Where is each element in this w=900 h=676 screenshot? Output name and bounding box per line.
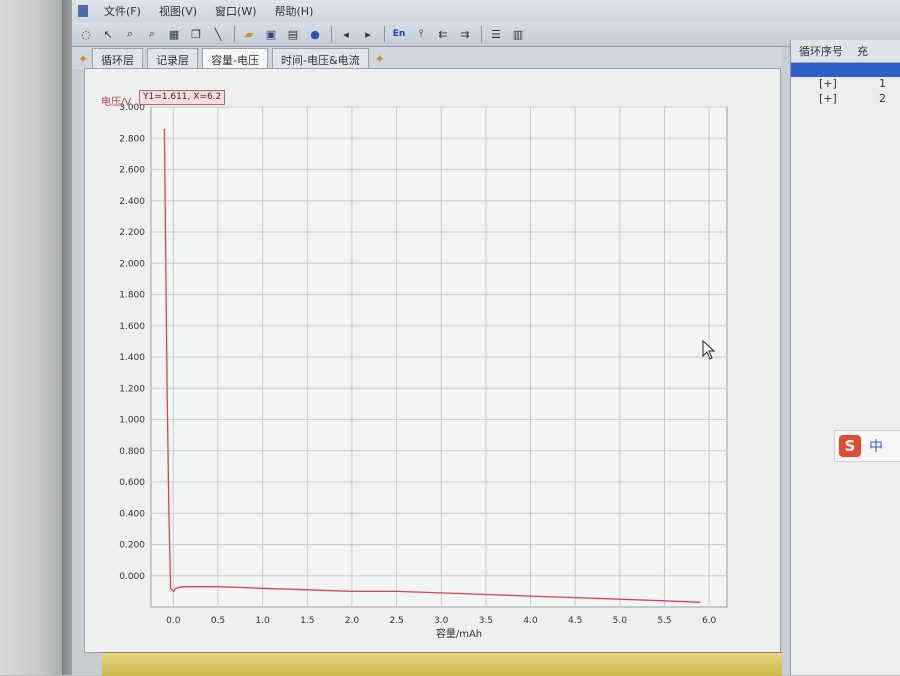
y-tick-label: 1.000 (119, 416, 145, 426)
open-folder-icon[interactable]: ▰ (241, 26, 257, 42)
cycle-panel: 循环序号 充 [+] 1 [+] 2 (790, 40, 900, 675)
cycle-value: 2 (879, 92, 886, 105)
sogou-s-icon: S (839, 435, 861, 457)
chart-panel: 电压/V Y1=1.611, X=6.2 0.0 0.5 1.0 1.5 2.0 2.5 3… (84, 68, 781, 653)
toolbar-separator (481, 26, 482, 42)
next-icon[interactable]: ▸ (360, 26, 376, 42)
tab-time-voltage-current[interactable]: 时间-电压&电流 (272, 48, 369, 69)
ime-mode-label: 中 (869, 439, 883, 455)
menu-bar: 文件(F) 视图(V) 窗口(W) 帮助(H) (72, 0, 900, 23)
y-tick-label: 0.000 (119, 572, 145, 582)
cursor-readout: Y1=1.611, X=6.2 (139, 90, 226, 105)
toolbar-separator (234, 26, 235, 42)
x-axis-label: 容量/mAh (436, 627, 482, 640)
menu-window[interactable]: 窗口(W) (213, 3, 258, 19)
x-tick-label: 1.0 (255, 616, 270, 626)
x-tick-label: 3.0 (434, 616, 449, 626)
add-tab-icon[interactable]: ✦ (375, 52, 385, 66)
copy-icon[interactable]: ❐ (188, 26, 204, 42)
bottom-status-strip (102, 652, 782, 676)
x-tick-label: 5.0 (613, 616, 628, 626)
align-right-icon[interactable]: ⇉ (457, 26, 473, 42)
expand-toggle[interactable]: [+] (791, 77, 879, 92)
toolbar-separator (384, 26, 385, 42)
table-row[interactable]: [+] 2 (791, 92, 900, 107)
monitor-bezel (0, 0, 70, 675)
menu-view[interactable]: 视图(V) (157, 3, 199, 19)
y-tick-label: 2.200 (119, 228, 145, 238)
expand-toggle[interactable]: [+] (791, 92, 879, 107)
y-tick-label: 1.800 (119, 291, 145, 301)
y-tick-label: 2.600 (119, 166, 145, 176)
x-tick-label: 4.0 (523, 616, 538, 626)
x-tick-label: 4.5 (568, 616, 582, 626)
table-icon[interactable]: ▦ (166, 26, 182, 42)
print-icon[interactable]: ▤ (285, 26, 301, 42)
save-icon[interactable]: ▣ (263, 26, 279, 42)
y-tick-label: 1.200 (119, 384, 145, 394)
table-row[interactable]: [+] 1 (791, 77, 900, 92)
x-tick-label: 2.5 (389, 616, 403, 626)
y-tick-label: 2.000 (119, 259, 145, 269)
toolbar: ◌ ↖ ⌕ ⌕ ▦ ❐ ╲ ▰ ▣ ▤ ● ◂ ▸ En ⫯ ⇇ ⇉ ☰ ▥ (72, 22, 900, 47)
ime-indicator[interactable]: S 中 (834, 430, 900, 462)
menu-file[interactable]: 文件(F) (102, 3, 143, 19)
y-tick-label: 1.400 (119, 353, 145, 363)
y-tick-label: 0.800 (119, 447, 145, 457)
cycle-value: 1 (879, 77, 886, 90)
grid-icon[interactable]: ▥ (510, 26, 526, 42)
align-left-icon[interactable]: ⇇ (435, 26, 451, 42)
y-tick-label: 2.400 (119, 197, 145, 207)
capacity-voltage-chart[interactable]: 0.0 0.5 1.0 1.5 2.0 2.5 3.0 3.5 4.0 4.5 5.0 5.5 6.0 0… (85, 69, 780, 652)
list-icon[interactable]: ☰ (488, 26, 504, 42)
x-tick-label: 0.0 (166, 616, 181, 626)
cycle-table-header: 循环序号 充 (791, 40, 900, 63)
toolbar-separator (331, 26, 332, 42)
prev-icon[interactable]: ◂ (338, 26, 354, 42)
charge-header[interactable]: 充 (843, 43, 868, 59)
tab-capacity-voltage[interactable]: 容量-电压 (202, 48, 269, 69)
cycle-number-header[interactable]: 循环序号 (791, 43, 843, 59)
tab-bar: ✦ 循环层 记录层 容量-电压 时间-电压&电流 ✦ (72, 47, 782, 69)
star-icon: ✦ (78, 52, 89, 66)
y-tick-label: 0.600 (119, 478, 145, 488)
zoom-out-icon[interactable]: ⌕ (144, 26, 160, 42)
y-tick-label: 2.800 (119, 134, 145, 144)
pin-icon[interactable]: ⫯ (413, 26, 429, 42)
app-icon (78, 5, 88, 17)
x-tick-label: 3.5 (479, 616, 493, 626)
menu-help[interactable]: 帮助(H) (273, 3, 316, 19)
x-tick-label: 0.5 (211, 616, 225, 626)
pointer-icon[interactable]: ◌ (78, 26, 94, 42)
zoom-icon[interactable]: ⌕ (122, 26, 138, 42)
app-window: 文件(F) 视图(V) 窗口(W) 帮助(H) ◌ ↖ ⌕ ⌕ ▦ ❐ ╲ ▰ … (72, 0, 900, 676)
help-icon[interactable]: ● (307, 26, 323, 42)
tab-record-layer[interactable]: 记录层 (147, 48, 199, 69)
mouse-cursor-icon (702, 340, 716, 360)
language-en-icon[interactable]: En (391, 26, 407, 42)
x-tick-label: 6.0 (702, 616, 717, 626)
line-icon[interactable]: ╲ (210, 26, 226, 42)
x-tick-label: 5.5 (657, 616, 671, 626)
y-tick-label: 0.400 (119, 509, 145, 519)
selected-row-highlight[interactable] (791, 63, 900, 77)
select-icon[interactable]: ↖ (100, 26, 116, 42)
tab-cycle-layer[interactable]: 循环层 (92, 48, 144, 69)
y-axis-label: 电压/V (101, 97, 132, 108)
x-tick-label: 2.0 (345, 616, 360, 626)
x-tick-label: 1.5 (300, 616, 314, 626)
y-tick-label: 0.200 (119, 541, 145, 551)
y-tick-label: 1.600 (119, 322, 145, 332)
